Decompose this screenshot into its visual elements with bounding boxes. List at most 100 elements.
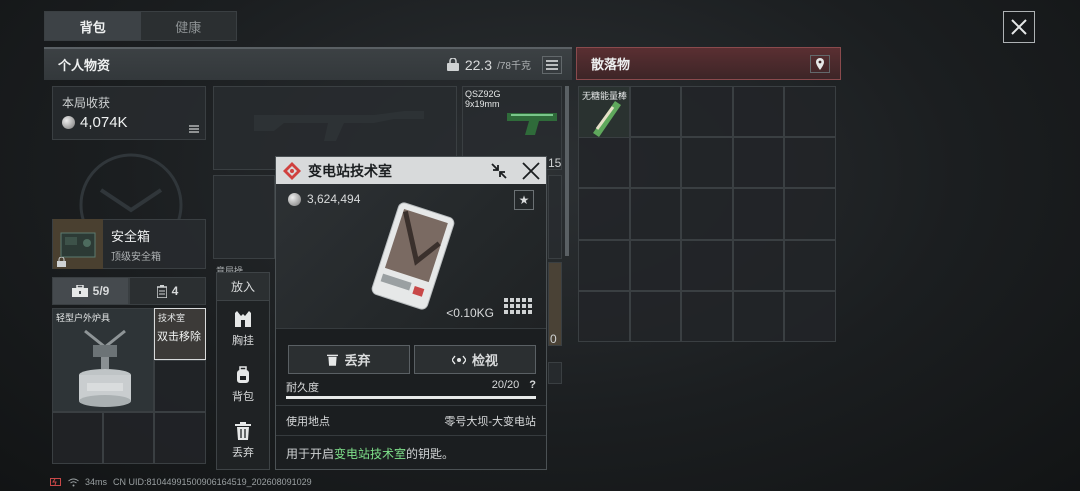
price-value: 3,624,494 bbox=[307, 192, 361, 206]
personal-supplies-title: 个人物资 bbox=[58, 58, 111, 73]
grid-cell[interactable] bbox=[154, 412, 206, 464]
loot-grid-cell[interactable] bbox=[629, 239, 682, 291]
tab-pouch-count[interactable]: 4 bbox=[129, 277, 206, 305]
loot-grid-cell[interactable] bbox=[784, 137, 836, 189]
discard-item-button[interactable]: 丢弃 bbox=[288, 345, 410, 374]
safe-box-grid: 轻型户外炉具 技术室 双击移除 bbox=[52, 308, 206, 464]
list-view-button[interactable] bbox=[542, 55, 562, 74]
use-location-value: 零号大坝-大变电站 bbox=[444, 416, 536, 428]
list-icon bbox=[546, 59, 558, 70]
durability-fill bbox=[286, 396, 536, 399]
use-location-row: 使用地点 零号大坝-大变电站 bbox=[286, 413, 536, 429]
collapse-icon[interactable] bbox=[490, 162, 508, 180]
grid-cell[interactable] bbox=[103, 412, 154, 464]
loot-grid-cell[interactable] bbox=[681, 137, 733, 189]
favorite-button[interactable]: ★ bbox=[514, 190, 534, 210]
loot-grid-cell[interactable] bbox=[681, 86, 733, 138]
ping-value: 34ms bbox=[85, 477, 108, 487]
discard-button[interactable]: 丢弃 bbox=[217, 413, 269, 469]
income-label: 本局收获 bbox=[62, 96, 111, 110]
weight-value: 22.3 bbox=[464, 56, 493, 73]
loot-header: 散落物 bbox=[576, 47, 841, 80]
loot-grid-cell[interactable] bbox=[784, 290, 836, 342]
loot-grid-cell[interactable] bbox=[732, 290, 785, 342]
loot-grid-cell[interactable] bbox=[578, 239, 630, 291]
item-detail-popup: 变电站技术室 3,624,494 ★ <0.10KG 丢弃 检视 耐久度 20/… bbox=[275, 156, 547, 470]
popup-close-icon[interactable] bbox=[522, 161, 540, 180]
tech-room-key-item[interactable]: 技术室 双击移除 bbox=[154, 308, 206, 360]
partial-count: 15 bbox=[548, 156, 562, 170]
weight-indicator: 22.3 /78千克 bbox=[446, 55, 562, 74]
close-button[interactable] bbox=[1003, 11, 1035, 43]
desc-suffix: 的钥匙。 bbox=[406, 447, 455, 461]
lock-icon bbox=[57, 257, 66, 267]
grid-cell[interactable] bbox=[154, 360, 206, 412]
inspect-item-button[interactable]: 检视 bbox=[414, 345, 536, 374]
loot-grid-cell[interactable] bbox=[732, 86, 785, 138]
discard-item-label: 丢弃 bbox=[344, 353, 371, 368]
secondary-slot-edge bbox=[548, 175, 562, 259]
loot-grid-cell[interactable] bbox=[784, 86, 836, 138]
loot-grid-cell[interactable] bbox=[578, 188, 630, 240]
star-icon: ★ bbox=[518, 193, 530, 207]
uid-text: CN UID:810449915009061645​19_20260809102… bbox=[113, 477, 312, 487]
loot-grid-cell[interactable] bbox=[578, 290, 630, 342]
pistol-icon bbox=[507, 113, 557, 135]
coin-icon bbox=[288, 192, 301, 206]
tab-backpack[interactable]: 背包 bbox=[45, 12, 141, 40]
wifi-icon bbox=[68, 478, 79, 486]
divider bbox=[276, 405, 546, 406]
loot-grid-cell[interactable] bbox=[578, 137, 630, 189]
toolbox-icon bbox=[71, 285, 88, 297]
secondary-weapon-slot[interactable] bbox=[213, 175, 275, 259]
loot-grid-cell[interactable] bbox=[681, 290, 733, 342]
item-size-grid-icon bbox=[504, 298, 532, 314]
partial-zero: 0 bbox=[550, 332, 557, 346]
loot-grid-cell[interactable] bbox=[681, 188, 733, 240]
item-preview: 3,624,494 ★ <0.10KG bbox=[276, 184, 546, 328]
loot-grid-cell[interactable] bbox=[732, 239, 785, 291]
container-tabs: 5/9 4 bbox=[52, 277, 206, 305]
safe-box-image bbox=[53, 219, 103, 269]
rifle-silhouette-icon bbox=[254, 111, 424, 141]
keycard-icon bbox=[371, 202, 455, 310]
loot-grid-cell[interactable] bbox=[629, 290, 682, 342]
grid-cell[interactable] bbox=[52, 412, 103, 464]
loot-title: 散落物 bbox=[591, 57, 631, 72]
status-bar: 34ms CN UID:810449915009061645​19_202608… bbox=[50, 477, 312, 487]
put-in-backpack-button[interactable]: 背包 bbox=[217, 357, 269, 413]
loot-grid-cell[interactable] bbox=[784, 239, 836, 291]
loot-grid-cell[interactable] bbox=[629, 188, 682, 240]
list-icon bbox=[189, 125, 199, 133]
pouch-count: 4 bbox=[171, 284, 179, 298]
loot-grid-cell[interactable] bbox=[784, 188, 836, 240]
tab-health[interactable]: 健康 bbox=[141, 12, 237, 40]
help-icon[interactable]: ? bbox=[529, 379, 536, 395]
safe-box-type: 顶级安全箱 bbox=[111, 251, 161, 263]
loot-grid-cell[interactable] bbox=[629, 86, 682, 138]
tab-storage-count[interactable]: 5/9 bbox=[52, 277, 129, 305]
pistol-name: QSZ92G bbox=[465, 89, 501, 99]
loot-grid-cell[interactable] bbox=[681, 239, 733, 291]
popup-title: 变电站技术室 bbox=[308, 162, 392, 179]
durability-label: 耐久度 bbox=[286, 382, 319, 394]
weight-capacity: /78千克 bbox=[497, 61, 531, 72]
loot-grid-cell[interactable] bbox=[732, 188, 785, 240]
put-in-vest-button[interactable]: 胸挂 bbox=[217, 301, 269, 357]
loot-location-button[interactable] bbox=[810, 54, 830, 73]
safe-box-name: 安全箱 bbox=[111, 228, 151, 244]
scrollbar[interactable] bbox=[565, 86, 569, 256]
remove-hint: 双击移除 bbox=[157, 331, 201, 343]
key-rarity-icon bbox=[283, 161, 301, 180]
safe-box[interactable]: 安全箱 顶级安全箱 bbox=[52, 219, 206, 269]
stove-item[interactable]: 轻型户外炉具 bbox=[52, 308, 154, 412]
storage-count: 5/9 bbox=[92, 284, 110, 298]
energy-bar-item[interactable]: 无糖能量棒 bbox=[578, 86, 630, 138]
loot-grid-cell[interactable] bbox=[629, 137, 682, 189]
durability-bar bbox=[286, 396, 536, 399]
loot-grid: 无糖能量棒 bbox=[578, 86, 836, 342]
loot-grid-cell[interactable] bbox=[732, 137, 785, 189]
trash-icon bbox=[235, 422, 251, 440]
backpack-label: 背包 bbox=[232, 391, 254, 403]
round-income-panel[interactable]: 本局收获 4,074K bbox=[52, 86, 206, 140]
